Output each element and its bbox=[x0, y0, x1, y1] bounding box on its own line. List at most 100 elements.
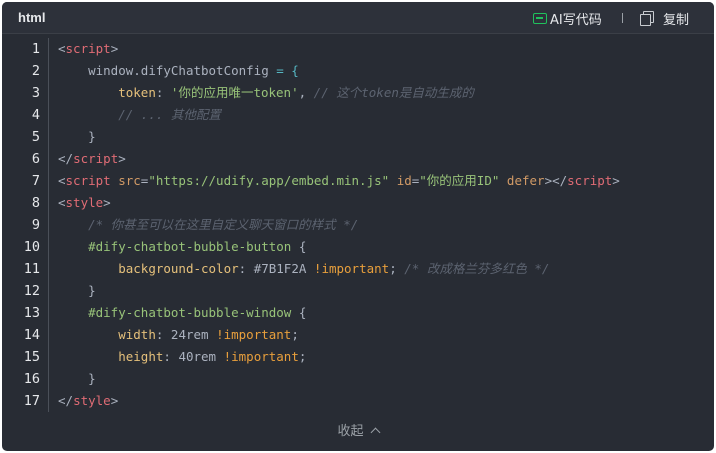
code-line: } bbox=[58, 280, 708, 302]
line-number: 4 bbox=[31, 107, 40, 123]
token-tag: style bbox=[65, 195, 104, 210]
code-line: // ... 其他配置 bbox=[58, 104, 708, 126]
token-punctuation: } bbox=[88, 129, 96, 144]
line-number: 10 bbox=[23, 239, 40, 255]
token-string: "https://udify.app/embed.min.js" bbox=[148, 173, 390, 188]
code-line: <script src="https://udify.app/embed.min… bbox=[58, 170, 708, 192]
code-line: #dify-chatbot-bubble-window { bbox=[58, 302, 708, 324]
token-punctuation: > bbox=[118, 151, 126, 166]
token-punctuation: : bbox=[163, 349, 179, 364]
line-number: 15 bbox=[23, 349, 40, 365]
token-punctuation: > bbox=[612, 173, 620, 188]
code-header: html AI写代码 复制 bbox=[2, 2, 714, 34]
collapse-button[interactable]: 收起 bbox=[2, 420, 714, 446]
ai-write-code-label: AI写代码 bbox=[550, 12, 602, 28]
token-punctuation: ; bbox=[291, 327, 299, 342]
token-punctuation: > bbox=[103, 195, 111, 210]
token-operator: = { bbox=[268, 63, 299, 78]
token-punctuation: ; bbox=[298, 349, 307, 364]
token-punctuation: : bbox=[155, 85, 171, 100]
copy-icon bbox=[640, 11, 654, 26]
ai-write-code-button[interactable]: AI写代码 bbox=[533, 9, 602, 28]
code-line: token: '你的应用唯一token', // 这个token是自动生成的 bbox=[58, 82, 708, 104]
line-number: 1 bbox=[31, 41, 40, 57]
token-punctuation: < bbox=[58, 173, 66, 188]
token-punctuation: > bbox=[110, 393, 119, 408]
code-block: html AI写代码 复制 1 2 3 4 5 6 7 8 9 10 11 12… bbox=[2, 2, 714, 451]
header-divider bbox=[622, 13, 623, 23]
copy-button[interactable]: 复制 bbox=[640, 9, 690, 28]
token-string: "你的应用ID" bbox=[419, 173, 500, 188]
line-number: 9 bbox=[31, 217, 40, 233]
code-line: #dify-chatbot-bubble-button { bbox=[58, 236, 708, 258]
code-line: <style> bbox=[58, 192, 708, 214]
token-key: token bbox=[118, 85, 156, 100]
token-value: 40rem bbox=[178, 349, 224, 364]
token-punctuation: </ bbox=[58, 151, 74, 166]
code-line: /* 你甚至可以在这里自定义聊天窗口的样式 */ bbox=[58, 214, 708, 236]
token-attribute: id bbox=[396, 173, 412, 188]
token-punctuation: , bbox=[298, 85, 314, 100]
token-selector: #dify-chatbot-bubble-button bbox=[88, 239, 292, 254]
token-selector: #dify-chatbot-bubble-window bbox=[88, 305, 292, 320]
token-punctuation: } bbox=[88, 371, 96, 386]
ai-code-icon bbox=[533, 12, 547, 24]
token-punctuation: : bbox=[238, 261, 254, 276]
token-punctuation: < bbox=[58, 195, 66, 210]
copy-label: 复制 bbox=[663, 12, 690, 28]
token-value: #7B1F2A bbox=[253, 261, 314, 276]
token-attribute: src bbox=[118, 173, 141, 188]
code-line: } bbox=[58, 126, 708, 148]
collapse-label: 收起 bbox=[337, 424, 364, 439]
token-important: !important bbox=[216, 327, 292, 342]
line-number: 2 bbox=[31, 63, 40, 79]
token-comment: // 这个token是自动生成的 bbox=[313, 85, 474, 100]
language-label: html bbox=[18, 10, 46, 25]
token-tag: script bbox=[73, 151, 119, 166]
token-tag: script bbox=[567, 173, 613, 188]
token-punctuation: </ bbox=[58, 393, 74, 408]
token-property: background-color bbox=[118, 261, 239, 276]
code-line: } bbox=[58, 368, 708, 390]
line-number: 8 bbox=[31, 195, 40, 211]
token-punctuation: ; bbox=[389, 261, 397, 276]
token-punctuation: < bbox=[58, 41, 66, 56]
code-line: </style> bbox=[58, 390, 708, 412]
token-identifier: window.difyChatbotConfig bbox=[88, 63, 269, 78]
token-attribute: defer bbox=[506, 173, 545, 188]
code-line: background-color: #7B1F2A !important; /*… bbox=[58, 258, 708, 280]
line-number: 16 bbox=[23, 371, 40, 387]
token-important: !important bbox=[223, 349, 299, 364]
line-number: 6 bbox=[31, 151, 40, 167]
token-punctuation: : bbox=[155, 327, 171, 342]
token-tag: script bbox=[65, 41, 111, 56]
token-comment: /* 改成格兰芬多红色 */ bbox=[396, 261, 550, 276]
line-number: 3 bbox=[31, 85, 40, 101]
token-punctuation: > bbox=[110, 41, 119, 56]
token-important: !important bbox=[313, 261, 390, 276]
line-number: 17 bbox=[23, 393, 40, 409]
code-line: width: 24rem !important; bbox=[58, 324, 708, 346]
line-number: 5 bbox=[31, 129, 40, 145]
code-line: window.difyChatbotConfig = { bbox=[58, 60, 708, 82]
code-line: <script> bbox=[58, 38, 708, 60]
line-number: 12 bbox=[23, 283, 40, 299]
line-number: 7 bbox=[31, 173, 40, 189]
token-punctuation: } bbox=[88, 283, 96, 298]
token-value: 24rem bbox=[170, 327, 217, 342]
token-punctuation: { bbox=[291, 239, 307, 254]
token-punctuation: ></ bbox=[544, 173, 568, 188]
token-property: height bbox=[118, 349, 164, 364]
token-tag: script bbox=[65, 173, 111, 188]
token-property: width bbox=[118, 327, 156, 342]
